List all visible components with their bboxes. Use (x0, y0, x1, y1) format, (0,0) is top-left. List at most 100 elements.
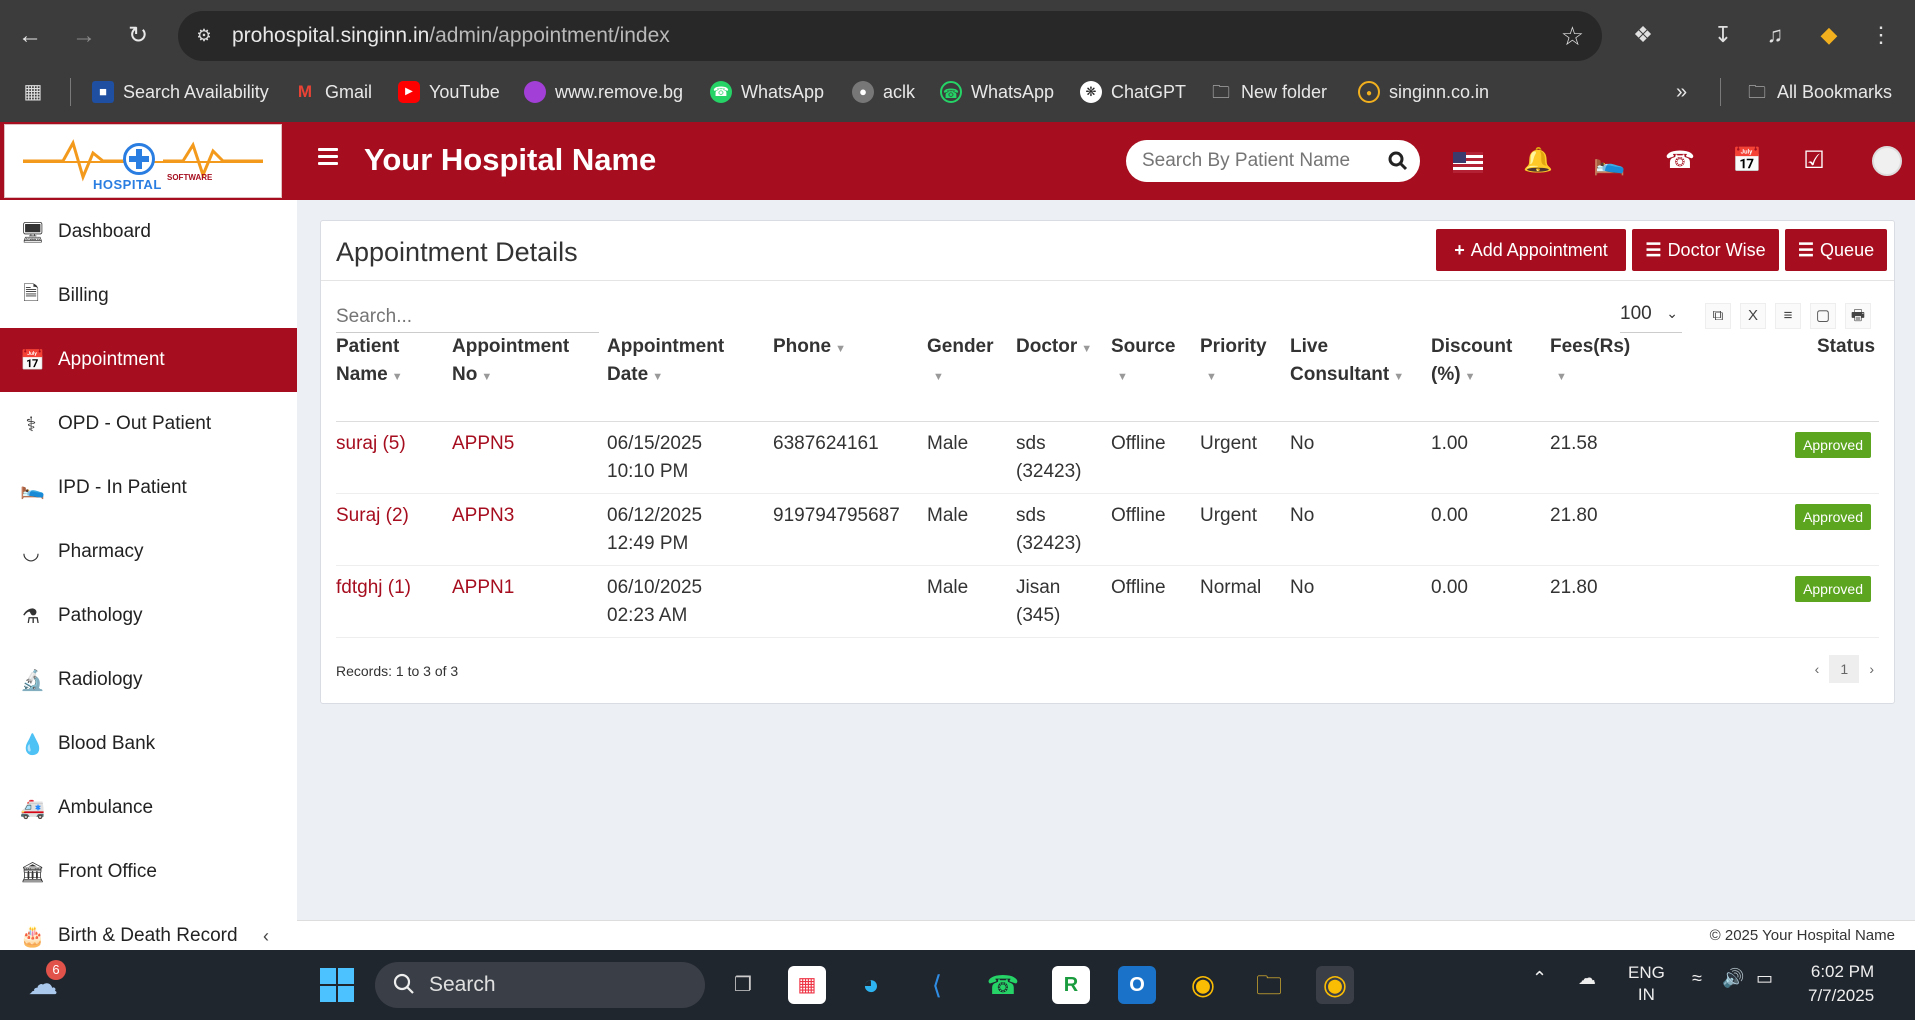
wifi-icon[interactable]: ≈ (1692, 968, 1702, 989)
sidebar-item-blood-bank[interactable]: 💧 Blood Bank (0, 712, 297, 776)
taskbar-search-label: Search (429, 973, 496, 996)
column-header-fees[interactable]: Fees(Rs) ▼ (1550, 333, 1630, 391)
hamburger-menu-icon[interactable] (318, 148, 338, 166)
taskbar-search-box[interactable]: Search (375, 962, 705, 1008)
extensions-icon[interactable]: ❖ (1628, 20, 1658, 50)
page-length-select[interactable]: 100 ⌄ (1620, 303, 1682, 333)
page-number-button[interactable]: 1 (1829, 655, 1860, 683)
menu-dots-icon[interactable]: ⋮ (1866, 20, 1896, 50)
address-bar[interactable]: ⚙ prohospital.singinn.in/admin/appointme… (178, 11, 1602, 61)
doctor-id: (32423) (1016, 533, 1082, 554)
bookmark-youtube[interactable]: ▶ YouTube (398, 80, 500, 104)
sidebar-item-pharmacy[interactable]: ◡ Pharmacy (0, 520, 297, 584)
sidebar-item-appointment[interactable]: 📅 Appointment (0, 328, 297, 392)
bookmark-gmail[interactable]: M Gmail (294, 80, 372, 104)
next-page-chevron-icon[interactable]: › (1869, 661, 1874, 677)
sidebar-item-birth-death[interactable]: 🎂 Birth & Death Record ‹ (0, 904, 297, 950)
add-appointment-button[interactable]: + Add Appointment (1436, 229, 1626, 271)
sidebar-item-radiology[interactable]: 🔬 Radiology (0, 648, 297, 712)
site-settings-icon[interactable]: ⚙ (192, 24, 216, 48)
onedrive-cloud-icon[interactable]: ☁ (1578, 968, 1596, 989)
tasks-check-icon[interactable]: ☑ (1799, 146, 1829, 176)
extension-diamond-icon[interactable]: ◆ (1814, 20, 1844, 50)
bookmark-new-folder[interactable]: 🗀 New folder (1210, 80, 1327, 104)
task-view-icon[interactable]: ❐ (724, 966, 762, 1004)
pdf-icon[interactable]: ▢ (1810, 303, 1836, 329)
column-header-appointment-no[interactable]: Appointment No ▼ (452, 333, 569, 391)
user-avatar[interactable] (1872, 146, 1902, 176)
tray-chevron-up-icon[interactable]: ⌃ (1532, 968, 1547, 989)
apps-grid-icon[interactable]: ▦ (22, 80, 44, 104)
excel-icon[interactable]: X (1740, 303, 1766, 329)
sidebar-item-opd[interactable]: ⚕ OPD - Out Patient (0, 392, 297, 456)
queue-button[interactable]: ☰ Queue (1785, 229, 1887, 271)
appointment-no-link[interactable]: APPN3 (452, 502, 514, 530)
patient-name-link[interactable]: Suraj (2) (336, 502, 409, 530)
bookmark-removebg[interactable]: www.remove.bg (524, 80, 683, 104)
edge-browser-icon[interactable]: ◕ (852, 966, 890, 1004)
sidebar-item-ipd[interactable]: 🛌 IPD - In Patient (0, 456, 297, 520)
sidebar-item-billing[interactable]: 🗎 Billing (0, 264, 297, 328)
back-arrow-icon[interactable]: ← (16, 22, 44, 50)
column-header-phone[interactable]: Phone ▼ (773, 333, 846, 363)
chrome-icon[interactable]: ◉ (1184, 966, 1222, 1004)
outlook-icon[interactable]: O (1118, 966, 1156, 1004)
column-header-discount[interactable]: Discount (%) ▼ (1431, 333, 1512, 391)
language-indicator[interactable]: ENG IN (1628, 962, 1665, 1006)
column-header-priority[interactable]: Priority ▼ (1200, 333, 1267, 391)
column-header-gender[interactable]: Gender ▼ (927, 333, 994, 391)
bed-icon[interactable]: 🛌 (1593, 146, 1625, 176)
bookmark-whatsapp-1[interactable]: ☎ WhatsApp (710, 80, 824, 104)
bookmark-singinn[interactable]: ● singinn.co.in (1358, 80, 1489, 104)
doctor-wise-button[interactable]: ☰ Doctor Wise (1632, 229, 1779, 271)
column-header-source[interactable]: Source ▼ (1111, 333, 1175, 391)
appointment-no-link[interactable]: APPN5 (452, 430, 514, 458)
table-search-input[interactable] (336, 301, 599, 333)
copy-icon[interactable]: ⧉ (1705, 303, 1731, 329)
sidebar-item-ambulance[interactable]: 🚑 Ambulance (0, 776, 297, 840)
appointment-no-link[interactable]: APPN1 (452, 574, 514, 602)
sidebar-item-front-office[interactable]: 🏛 Front Office (0, 840, 297, 904)
patient-name-link[interactable]: fdtghj (1) (336, 574, 411, 602)
download-icon[interactable]: ↧ (1708, 20, 1738, 50)
sidebar-item-pathology[interactable]: ⚗ Pathology (0, 584, 297, 648)
search-icon[interactable] (1388, 151, 1408, 171)
bell-icon[interactable]: 🔔 (1523, 146, 1553, 176)
media-control-icon[interactable]: ♫ (1760, 20, 1790, 50)
bookmark-whatsapp-2[interactable]: ☎ WhatsApp (940, 80, 1054, 104)
us-flag-icon[interactable] (1453, 152, 1483, 173)
column-header-appointment-date[interactable]: Appointment Date ▼ (607, 333, 724, 391)
bookmark-chatgpt[interactable]: ❋ ChatGPT (1080, 80, 1186, 104)
column-header-doctor[interactable]: Doctor ▼ (1016, 333, 1092, 363)
whatsapp-icon[interactable]: ☎ (984, 966, 1022, 1004)
volume-icon[interactable]: 🔊 (1722, 968, 1744, 989)
whatsapp-icon[interactable]: ☎ (1665, 146, 1695, 176)
more-bookmarks-chevron-icon[interactable]: » (1676, 80, 1687, 104)
chevron-left-icon[interactable]: ‹ (263, 926, 269, 947)
ms-store-icon[interactable]: ▦ (788, 966, 826, 1004)
column-header-live-consultant[interactable]: Live Consultant ▼ (1290, 333, 1404, 391)
windows-start-icon[interactable] (318, 966, 356, 1004)
forward-arrow-icon[interactable]: → (70, 22, 98, 50)
clock[interactable]: 6:02 PM 7/7/2025 (1808, 960, 1874, 1008)
prev-page-chevron-icon[interactable]: ‹ (1815, 661, 1820, 677)
file-explorer-icon[interactable]: 🗀 (1250, 966, 1288, 1004)
patient-search-input[interactable] (1142, 140, 1378, 182)
bookmark-search-availability[interactable]: ■ Search Availability (92, 80, 269, 104)
bookmark-star-icon[interactable]: ☆ (1561, 21, 1584, 52)
hospital-logo[interactable]: HOSPITAL SOFTWARE (4, 124, 282, 198)
chrome-active-icon[interactable]: ◉ (1316, 966, 1354, 1004)
url-text[interactable]: prohospital.singinn.in/admin/appointment… (232, 24, 670, 48)
vscode-icon[interactable]: ⟨ (918, 966, 956, 1004)
battery-icon[interactable]: ▭ (1756, 968, 1773, 989)
all-bookmarks[interactable]: 🗀 All Bookmarks (1746, 80, 1892, 104)
r-app-icon[interactable]: R (1052, 966, 1090, 1004)
calendar-icon[interactable]: 📅 (1732, 146, 1762, 176)
bookmark-aclk[interactable]: ● aclk (852, 80, 915, 104)
patient-name-link[interactable]: suraj (5) (336, 430, 406, 458)
reload-icon[interactable]: ↻ (124, 22, 152, 50)
column-header-patient-name[interactable]: Patient Name ▼ (336, 333, 403, 391)
print-icon[interactable]: 🖶 (1845, 303, 1871, 329)
csv-icon[interactable]: ≡ (1775, 303, 1801, 329)
sidebar-item-dashboard[interactable]: 🖥 Dashboard (0, 200, 297, 264)
